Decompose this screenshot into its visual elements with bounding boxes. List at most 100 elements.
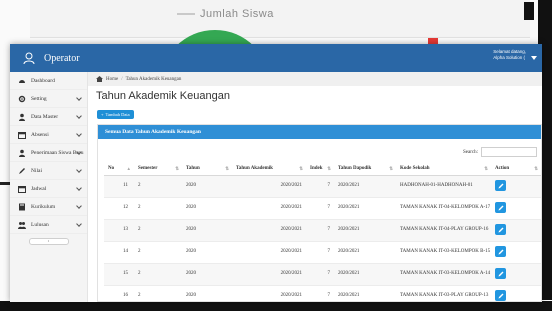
- cell-tahun-dapodik: 2020/2021: [334, 241, 396, 264]
- table-row: 14 2 2020 2020/2021 7 2020/2021 TAMAN KA…: [104, 241, 541, 264]
- app-name: Operator: [44, 52, 80, 64]
- cell-tahun-akademik: 2020/2021: [232, 263, 306, 286]
- edit-button[interactable]: [495, 224, 506, 236]
- sort-icon: ⇅: [327, 166, 331, 171]
- add-data-label: Tambah Data: [105, 112, 130, 117]
- chevron-down-icon: [76, 131, 82, 137]
- cell-tahun: 2020: [182, 263, 232, 286]
- sort-icon: ⇅: [225, 166, 229, 171]
- chevron-down-icon: [76, 167, 82, 173]
- cell-tahun: 2020: [182, 197, 232, 220]
- cell-indek: 7: [306, 285, 334, 302]
- cell-tahun-akademik: 2020/2021: [232, 175, 306, 198]
- user-icon: [18, 113, 26, 121]
- breadcrumb: Home / Tahun Akademik Keuangan: [88, 72, 542, 86]
- sidebar-item-psb[interactable]: Penerimaan Siswa Baru: [10, 144, 87, 162]
- edit-button[interactable]: [495, 180, 506, 192]
- edit-button[interactable]: [495, 246, 506, 258]
- sort-icon: ⇅: [389, 166, 393, 171]
- table-row: 12 2 2020 2020/2021 7 2020/2021 TAMAN KA…: [104, 197, 541, 220]
- cell-kode-sekolah: TAMAN KANAK IT-03-KELOMPOK B-15: [396, 241, 491, 264]
- column-header-no[interactable]: No ▲: [104, 163, 134, 176]
- cell-tahun-akademik: 2020/2021: [232, 197, 306, 220]
- sort-icon: ⇅: [484, 166, 488, 171]
- sidebar-item-label: Penerimaan Siswa Baru: [31, 149, 84, 156]
- sort-icon: ⇅: [534, 166, 538, 171]
- table-row: 16 2 2020 2020/2021 7 2020/2021 TAMAN KA…: [104, 285, 541, 302]
- background-header: [30, 0, 530, 38]
- cell-tahun: 2020: [182, 219, 232, 242]
- chevron-down-icon: [76, 185, 82, 191]
- caret-down-icon[interactable]: [531, 56, 537, 60]
- user-menu[interactable]: Selamat datang, Alpha Solution (: [493, 49, 526, 60]
- operator-app-window: Operator Selamat datang, Alpha Solution …: [10, 44, 542, 302]
- cell-action: [491, 197, 541, 220]
- cell-kode-sekolah: HADHONAH-01-HADHONAH-01: [396, 175, 491, 198]
- page-title: Tahun Akademik Keuangan: [96, 90, 230, 102]
- column-header-indek[interactable]: Indek ⇅: [306, 163, 334, 176]
- cell-no: 16: [104, 285, 134, 302]
- pencil-icon: [498, 205, 503, 211]
- breadcrumb-home[interactable]: Home: [106, 77, 118, 82]
- add-data-button[interactable]: + Tambah Data: [97, 110, 134, 119]
- cell-action: [491, 241, 541, 264]
- sidebar-item-absensi[interactable]: Absensi: [10, 126, 87, 144]
- book-icon: [18, 203, 26, 211]
- sidebar-item-jadwal[interactable]: Jadwal: [10, 180, 87, 198]
- data-panel: Semua Data Tahun Akademik Keuangan Searc…: [97, 124, 542, 302]
- cell-tahun-dapodik: 2020/2021: [334, 263, 396, 286]
- chevron-down-icon: [76, 221, 82, 227]
- sidebar-item-label: Setting: [31, 95, 47, 102]
- cell-action: [491, 263, 541, 286]
- cell-tahun: 2020: [182, 175, 232, 198]
- cell-tahun: 2020: [182, 241, 232, 264]
- search-row: Search:: [463, 147, 537, 157]
- sidebar-item-lulusan[interactable]: Lulusan: [10, 216, 87, 234]
- sidebar-item-kurikulum[interactable]: Kurikulum: [10, 198, 87, 216]
- cell-semester: 2: [134, 197, 182, 220]
- panel-title: Semua Data Tahun Akademik Keuangan: [98, 125, 541, 139]
- cell-indek: 7: [306, 175, 334, 198]
- edit-button[interactable]: [495, 290, 506, 302]
- cell-semester: 2: [134, 175, 182, 198]
- sidebar-collapse-button[interactable]: ‹: [28, 238, 69, 245]
- plus-icon: +: [101, 112, 104, 117]
- user-outline-icon: [22, 51, 36, 65]
- home-icon: [96, 76, 103, 82]
- cell-no: 11: [104, 175, 134, 198]
- column-header-semester[interactable]: Semester ⇅: [134, 163, 182, 176]
- edit-button[interactable]: [495, 202, 506, 214]
- cell-kode-sekolah: TAMAN KANAK IT-03-KELOMPOK A-14: [396, 263, 491, 286]
- cell-tahun-dapodik: 2020/2021: [334, 175, 396, 198]
- cell-semester: 2: [134, 241, 182, 264]
- chevron-down-icon: [76, 203, 82, 209]
- pencil-icon: [18, 167, 26, 175]
- column-header-tahun-akademik[interactable]: Tahun Akademik ⇅: [232, 163, 306, 176]
- cell-no: 14: [104, 241, 134, 264]
- sidebar-item-label: Dashboard: [31, 77, 55, 84]
- sidebar-item-dashboard[interactable]: Dashboard: [10, 72, 87, 90]
- sort-icon: ▲: [126, 166, 131, 171]
- cell-indek: 7: [306, 263, 334, 286]
- cell-no: 13: [104, 219, 134, 242]
- table-header-row: No ▲ Semester ⇅ Tahun ⇅ Tahun Akademik ⇅ Ind…: [104, 163, 541, 176]
- app-logo[interactable]: Operator: [10, 44, 88, 72]
- sidebar-item-nilai[interactable]: Nilai: [10, 162, 87, 180]
- users-icon: [18, 221, 26, 229]
- cell-indek: 7: [306, 197, 334, 220]
- sidebar-item-setting[interactable]: Setting: [10, 90, 87, 108]
- sidebar-item-label: Jadwal: [31, 185, 47, 192]
- column-header-kode-sekolah[interactable]: Kode Sekolah ⇅: [396, 163, 491, 176]
- column-header-tahun[interactable]: Tahun ⇅: [182, 163, 232, 176]
- sidebar-item-label: Nilai: [31, 167, 42, 174]
- calendar-icon: [18, 185, 26, 193]
- sidebar-item-data-master[interactable]: Data Master: [10, 108, 87, 126]
- column-header-tahun-dapodik[interactable]: Tahun Dapodik ⇅: [334, 163, 396, 176]
- column-header-action[interactable]: Action ⇅: [491, 163, 541, 176]
- data-table: No ▲ Semester ⇅ Tahun ⇅ Tahun Akademik ⇅ Ind…: [104, 163, 541, 302]
- cell-semester: 2: [134, 285, 182, 302]
- edit-button[interactable]: [495, 268, 506, 280]
- sidebar: Dashboard Setting Data Master Absensi Pe…: [10, 72, 88, 302]
- search-input[interactable]: [481, 147, 537, 157]
- cell-action: [491, 175, 541, 198]
